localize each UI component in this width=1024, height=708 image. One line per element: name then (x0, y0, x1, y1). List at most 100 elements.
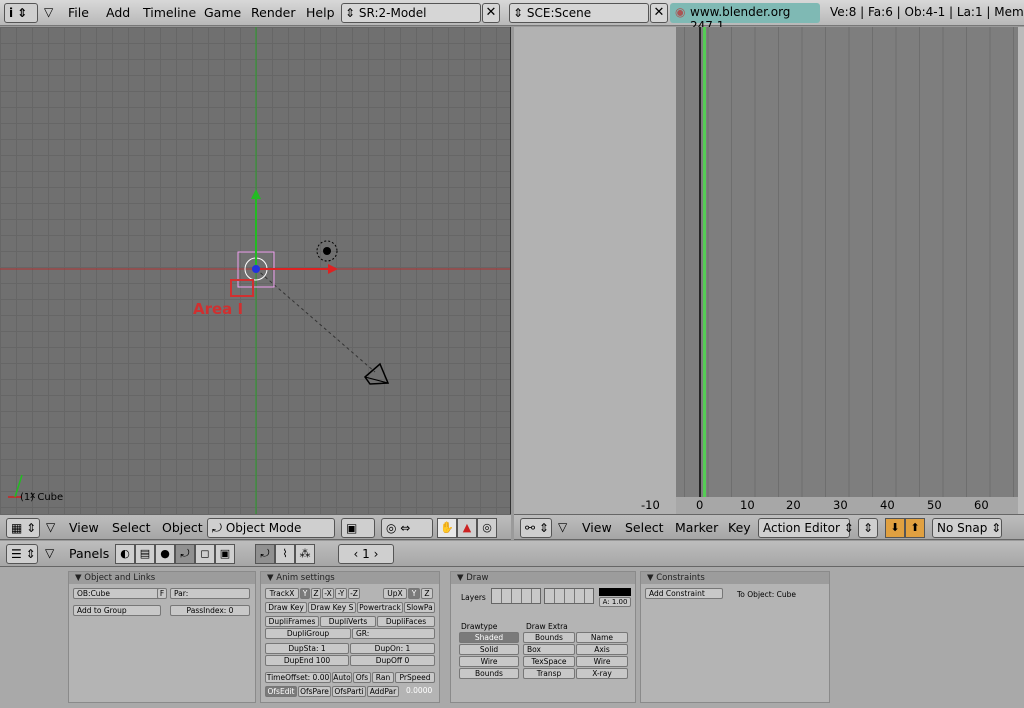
pass-index-field[interactable]: PassIndex: 0 (170, 605, 250, 616)
menu-key[interactable]: Key (728, 520, 751, 535)
action-scrollbar[interactable] (1018, 27, 1024, 514)
track-x-button[interactable]: TrackX (265, 588, 299, 599)
extra-wire[interactable]: Wire (576, 656, 628, 667)
lock-up-icon[interactable]: ⬆ (905, 518, 925, 538)
delete-scene-button[interactable]: ✕ (650, 3, 668, 23)
extra-transp[interactable]: Transp (523, 668, 575, 679)
track-z-button[interactable]: Z (311, 588, 321, 599)
up-y-button[interactable]: Y (408, 588, 420, 599)
object-context-icon[interactable]: ⤾ (175, 544, 195, 564)
extra-name[interactable]: Name (576, 632, 628, 643)
action-browse-button[interactable]: ⇕ (858, 518, 878, 538)
powertrack-button[interactable]: Powertrack (357, 602, 403, 613)
auto-button[interactable]: Auto (332, 672, 352, 683)
menu-timeline[interactable]: Timeline (143, 5, 196, 20)
layer-buttons-a[interactable] (491, 588, 541, 604)
editor-mode-selector[interactable]: Action Editor ⇕ (758, 518, 854, 538)
up-z-button[interactable]: Z (421, 588, 433, 599)
extra-axis[interactable]: Axis (576, 644, 628, 655)
up-x-button[interactable]: UpX (383, 588, 407, 599)
collapse-triangle-icon[interactable]: ▽ (44, 5, 53, 19)
object-name-field[interactable]: OB:Cube (73, 588, 163, 599)
menu-object[interactable]: Object (162, 520, 203, 535)
parent-field[interactable]: Par: (170, 588, 250, 599)
blender-url[interactable]: ◉ www.blender.org 247.1 (670, 3, 820, 33)
drawtype-wire[interactable]: Wire (459, 656, 519, 667)
shading-context-icon[interactable]: ● (155, 544, 175, 564)
dupli-verts-button[interactable]: DupliVerts (320, 616, 376, 627)
layer-buttons-b[interactable] (544, 588, 594, 604)
action-editor[interactable]: -10 0 10 20 30 40 50 60 (514, 27, 1024, 514)
panel-title[interactable]: ▼ Constraints (641, 572, 829, 584)
ofs-particle-button[interactable]: OfsParti (332, 686, 366, 697)
hand-manipulator-icon[interactable]: ✋ (437, 518, 457, 538)
extra-xray[interactable]: X-ray (576, 668, 628, 679)
menu-file[interactable]: File (68, 5, 89, 20)
menu-render[interactable]: Render (251, 5, 296, 20)
draw-key-sel-button[interactable]: Draw Key S (308, 602, 356, 613)
screen-selector[interactable]: ⇕ SR:2-Model (341, 3, 481, 23)
keyframe-area[interactable] (676, 27, 1018, 497)
dupli-frames-button[interactable]: DupliFrames (265, 616, 319, 627)
collapse-triangle-icon[interactable]: ▽ (558, 520, 567, 534)
frame-counter[interactable]: ‹ 1 › (338, 544, 394, 564)
add-constraint-button[interactable]: Add Constraint (645, 588, 723, 599)
lock-down-icon[interactable]: ⬇ (885, 518, 905, 538)
extra-bounds[interactable]: Bounds (523, 632, 575, 643)
track-ny-button[interactable]: -Y (335, 588, 347, 599)
dup-end-field[interactable]: DupEnd 100 (265, 655, 349, 666)
menu-game[interactable]: Game (204, 5, 241, 20)
scene-context-icon[interactable]: ▣ (215, 544, 235, 564)
dup-off-field[interactable]: DupOff 0 (350, 655, 435, 666)
ofs-parent-button[interactable]: OfsPare (298, 686, 331, 697)
add-to-group-button[interactable]: Add to Group (73, 605, 161, 616)
object-subcontext-icon[interactable]: ⤾ (255, 544, 275, 564)
group-field[interactable]: GR: (352, 628, 435, 639)
add-par-button[interactable]: AddPar (367, 686, 399, 697)
ofs-button[interactable]: Ofs (353, 672, 371, 683)
info-editor-type-button[interactable]: i ⇕ (4, 3, 38, 23)
editing-context-icon[interactable]: ◻ (195, 544, 215, 564)
menu-add[interactable]: Add (106, 5, 130, 20)
panel-title[interactable]: ▼ Draw (451, 572, 635, 584)
fake-user-button[interactable]: F (157, 588, 167, 599)
dup-on-field[interactable]: DupOn: 1 (350, 643, 435, 654)
extra-texspace[interactable]: TexSpace (523, 656, 575, 667)
menu-marker[interactable]: Marker (675, 520, 718, 535)
time-offset-field[interactable]: TimeOffset: 0.00 (265, 672, 331, 683)
track-nx-button[interactable]: -X (322, 588, 334, 599)
drawtype-shaded[interactable]: Shaded (459, 632, 519, 643)
rotate-manipulator-icon[interactable]: ◎ (477, 518, 497, 538)
action-editor-type-icon[interactable]: ⚯ ⇕ (520, 518, 552, 538)
dup-start-field[interactable]: DupSta: 1 (265, 643, 349, 654)
editor-type-grid-icon[interactable]: ▦ ⇕ (6, 518, 40, 538)
track-nz-button[interactable]: -Z (348, 588, 360, 599)
ran-button[interactable]: Ran (372, 672, 394, 683)
ofs-edit-button[interactable]: OfsEdit (265, 686, 297, 697)
menu-view[interactable]: View (69, 520, 99, 535)
menu-view[interactable]: View (582, 520, 612, 535)
current-frame-marker[interactable] (703, 27, 706, 497)
panel-title[interactable]: ▼ Object and Links (69, 572, 255, 584)
delete-screen-button[interactable]: ✕ (482, 3, 500, 23)
menu-help[interactable]: Help (306, 5, 335, 20)
pivot-button[interactable]: ◎ ⇔ (381, 518, 433, 538)
script-context-icon[interactable]: ▤ (135, 544, 155, 564)
buttons-editor-type-icon[interactable]: ☰ ⇕ (6, 544, 38, 564)
menu-select[interactable]: Select (112, 520, 151, 535)
dupli-faces-button[interactable]: DupliFaces (377, 616, 435, 627)
3d-viewport[interactable]: Area I x (1) Cube (0, 27, 511, 514)
channel-list[interactable] (514, 27, 676, 514)
draw-type-button[interactable]: ▣ (341, 518, 375, 538)
color-swatch[interactable] (599, 588, 631, 596)
dupli-group-button[interactable]: DupliGroup (265, 628, 351, 639)
slow-parent-button[interactable]: SlowPa (404, 602, 435, 613)
extra-bounds-type[interactable]: Box (523, 644, 575, 655)
physics-subcontext-icon[interactable]: ⌇ (275, 544, 295, 564)
alpha-field[interactable]: A: 1.00 (599, 597, 631, 607)
particles-subcontext-icon[interactable]: ⁂ (295, 544, 315, 564)
collapse-triangle-icon[interactable]: ▽ (45, 546, 54, 560)
menu-select[interactable]: Select (625, 520, 664, 535)
collapse-triangle-icon[interactable]: ▽ (46, 520, 55, 534)
draw-key-button[interactable]: Draw Key (265, 602, 307, 613)
